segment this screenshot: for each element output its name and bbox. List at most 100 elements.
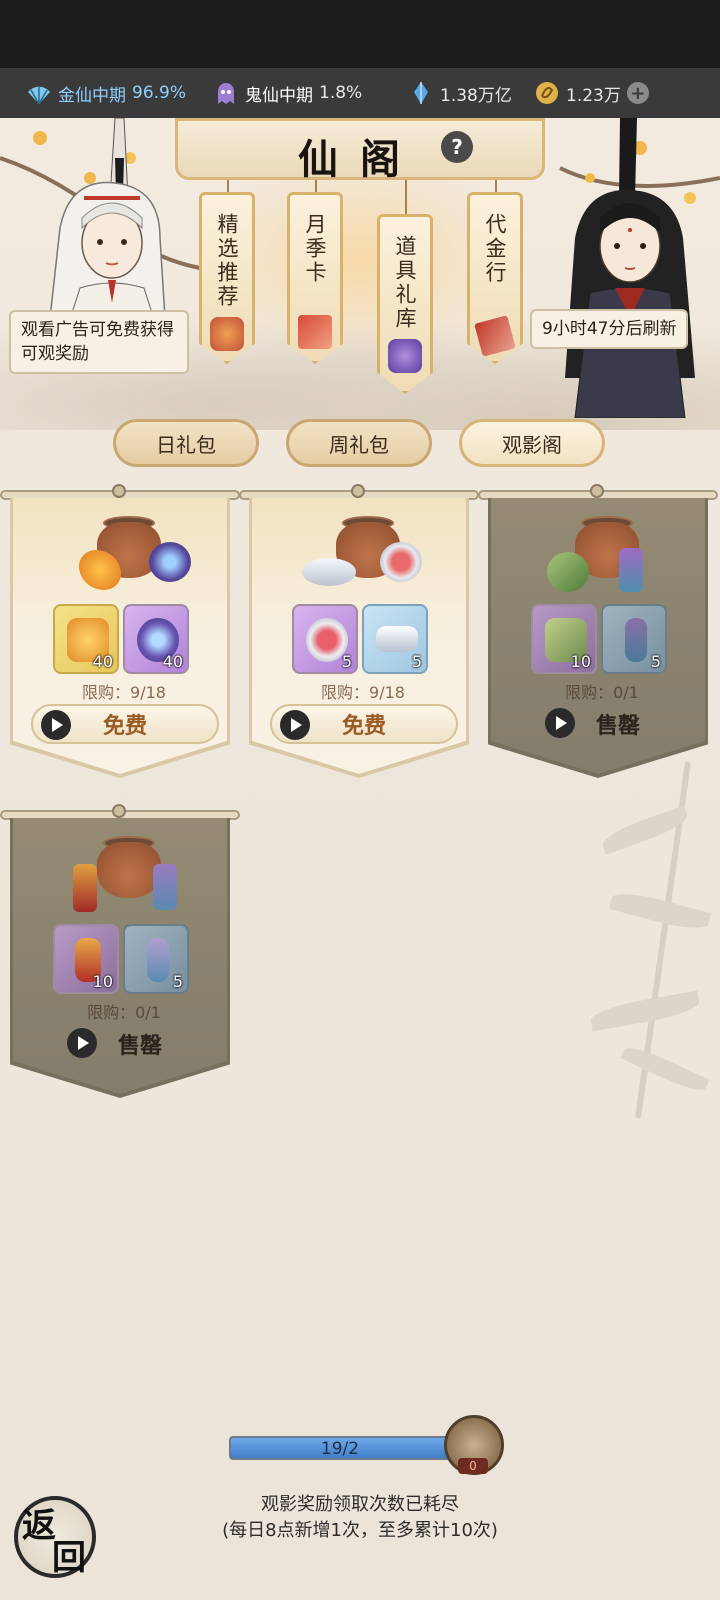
ghost-icon: [218, 83, 234, 104]
pack-card: 10 5 限购：0/1 售罄: [478, 484, 718, 780]
play-icon: [280, 710, 310, 740]
tab-item-store-label: 道具礼库: [393, 235, 417, 331]
reward-badge: 0: [458, 1458, 488, 1474]
progress-text: 19/2: [320, 1439, 360, 1459]
item-slot[interactable]: 40: [53, 604, 119, 674]
purchase-limit: 限购：9/18: [321, 683, 405, 702]
tab-string: [227, 180, 229, 194]
status-bar: [0, 0, 720, 68]
card-knob: [351, 484, 365, 498]
coins-resource[interactable]: 1.23万 +: [534, 80, 649, 106]
tab-featured[interactable]: 精选推荐: [199, 192, 255, 364]
gems-value: 1.38万亿: [440, 85, 512, 106]
crystal-icon: [414, 82, 428, 104]
add-coins-button[interactable]: +: [626, 82, 649, 104]
item-count: 5: [411, 652, 422, 671]
realm1-value: 96.9%: [132, 83, 187, 103]
app-root: 金仙中期 96.9% 鬼仙中期 1.8% 1.38万亿 1.23万 + 观看广告…: [0, 0, 720, 1600]
help-button[interactable]: ?: [441, 131, 473, 163]
silver-ingot-icon: [302, 558, 356, 586]
item-slot[interactable]: 5: [601, 604, 667, 674]
sold-out-label: 售罄: [595, 714, 640, 739]
subtab-weekly[interactable]: 周礼包: [286, 419, 432, 467]
refresh-rule-message: (每日8点新增1次，至多累计10次): [222, 1520, 498, 1541]
realm1-label: 金仙中期: [58, 85, 126, 106]
item-count: 40: [162, 652, 183, 671]
realm1-resource[interactable]: 金仙中期 96.9%: [26, 80, 186, 106]
item-count: 5: [650, 652, 661, 671]
item-slot[interactable]: 5: [362, 604, 428, 674]
purple-flower-icon: [388, 339, 422, 373]
item-count: 40: [92, 652, 113, 671]
gift-bag-icon: [210, 317, 244, 351]
tab-monthly-card-label: 月季卡: [303, 213, 327, 285]
tab-featured-label: 精选推荐: [215, 213, 239, 309]
free-claim-label: 免费: [102, 714, 147, 739]
back-button[interactable]: 返 回: [14, 1496, 96, 1578]
subtab-watch[interactable]: 观影阁: [459, 419, 605, 467]
item-slot[interactable]: 10: [531, 604, 597, 674]
pack-card: 10 5 限购：0/1 售罄: [0, 804, 240, 1100]
coin-icon: [536, 82, 558, 104]
play-icon: [67, 1028, 97, 1058]
mirror-icon: [380, 542, 422, 582]
coins-value: 1.23万: [566, 85, 621, 106]
silver-ingot-icon: [376, 626, 418, 652]
tab-string: [315, 180, 317, 194]
purchase-limit: 限购：0/1: [565, 683, 639, 702]
item-slot[interactable]: 5: [123, 924, 189, 994]
title-board: 仙阁: [175, 118, 545, 183]
realm2-label: 鬼仙中期: [245, 85, 313, 106]
item-count: 5: [172, 972, 183, 991]
lantern-charm-icon: [73, 864, 97, 912]
sold-out-label: 售罄: [117, 1034, 162, 1059]
item-slot[interactable]: 40: [123, 604, 189, 674]
jade-ring-icon: [149, 542, 191, 582]
item-count: 10: [92, 972, 113, 991]
item-slot[interactable]: 10: [53, 924, 119, 994]
card-knob: [112, 484, 126, 498]
blue-charm-icon: [153, 864, 177, 910]
tab-voucher[interactable]: 代金行: [467, 192, 523, 364]
gems-resource[interactable]: 1.38万亿: [408, 80, 512, 106]
tab-string: [495, 180, 497, 194]
right-npc-speech: 9小时47分后刷新: [530, 309, 689, 349]
card-icon: [298, 315, 332, 349]
page-title: 仙阁: [298, 136, 422, 183]
left-npc-portrait[interactable]: [20, 118, 190, 338]
jade-pendant-icon: [547, 552, 589, 592]
purchase-limit: 限购：9/18: [82, 683, 166, 702]
blue-charm-icon: [147, 938, 169, 982]
right-npc-portrait[interactable]: [545, 118, 720, 418]
exhausted-message: 观影奖励领取次数已耗尽: [261, 1494, 459, 1515]
back-char-2: 回: [52, 1538, 86, 1578]
tassel-charm-icon: [619, 548, 643, 592]
pack-card: 5 5 限购：9/18 免费: [239, 484, 479, 780]
tab-voucher-label: 代金行: [483, 213, 507, 285]
play-icon: [545, 708, 575, 738]
resource-bar: 金仙中期 96.9% 鬼仙中期 1.8% 1.38万亿 1.23万 +: [0, 68, 720, 118]
tassel-charm-icon: [625, 618, 647, 662]
card-knob: [590, 484, 604, 498]
tab-string: [405, 180, 407, 216]
play-icon: [41, 710, 71, 740]
free-claim-button[interactable]: 免费: [270, 704, 458, 744]
sold-out-button: 售罄: [509, 704, 697, 744]
card-knob: [112, 804, 126, 818]
pack-bag-icon: [97, 842, 161, 898]
item-slot[interactable]: 5: [292, 604, 358, 674]
fan-icon: [28, 86, 50, 105]
watch-progress-bar: 19/2: [229, 1436, 451, 1460]
tab-monthly-card[interactable]: 月季卡: [287, 192, 343, 364]
item-count: 10: [570, 652, 591, 671]
pack-card: 40 40 限购：9/18 免费: [0, 484, 240, 780]
subtab-daily[interactable]: 日礼包: [113, 419, 259, 467]
free-claim-button[interactable]: 免费: [31, 704, 219, 744]
realm2-value: 1.8%: [319, 83, 363, 103]
tab-item-store[interactable]: 道具礼库: [377, 214, 433, 394]
sold-out-button: 售罄: [31, 1024, 219, 1064]
realm2-resource[interactable]: 鬼仙中期 1.8%: [213, 80, 362, 106]
free-claim-label: 免费: [341, 714, 386, 739]
item-count: 5: [341, 652, 352, 671]
left-npc-speech: 观看广告可免费获得可观奖励: [9, 310, 189, 374]
